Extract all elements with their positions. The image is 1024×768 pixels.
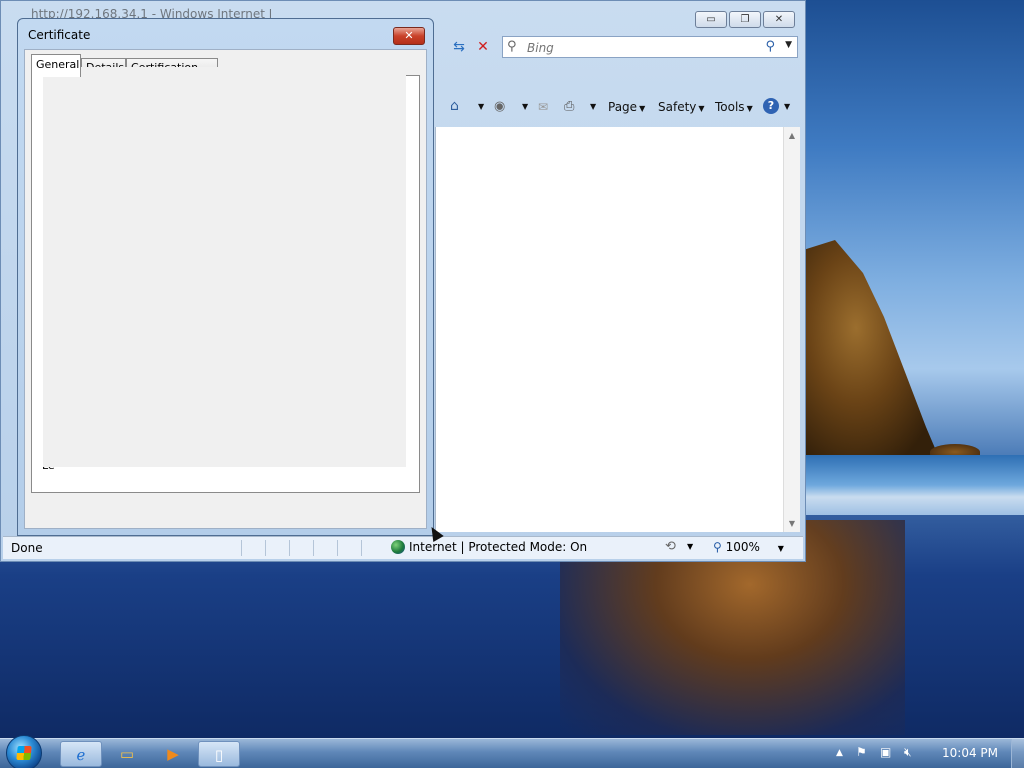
sea-stack-rock	[800, 240, 940, 460]
volume-muted-icon[interactable]: 🔇︎	[904, 745, 912, 760]
close-icon: ✕	[404, 29, 414, 42]
tools-menu-button[interactable]: Tools ▼	[715, 100, 753, 116]
minimize-button[interactable]: ▭	[695, 11, 727, 28]
media-player-icon: ▶	[167, 745, 179, 763]
taskbar-internet-explorer[interactable]: ℯ	[60, 741, 102, 767]
document-icon: ▯	[214, 746, 224, 764]
close-icon: ✕	[774, 14, 784, 25]
dialog-title: Certificate	[28, 28, 91, 42]
close-window-button[interactable]: ✕	[763, 11, 795, 28]
home-icon[interactable]: ⌂	[450, 98, 459, 114]
restore-button[interactable]: ❐	[729, 11, 761, 28]
tools-menu-label: Tools	[715, 100, 745, 114]
help-icon[interactable]: ?	[763, 98, 779, 114]
search-go-icon[interactable]: ⚲	[765, 39, 775, 54]
safety-menu-label: Safety	[658, 100, 697, 114]
search-input[interactable]	[525, 39, 759, 57]
refresh-icon[interactable]: ⇆	[450, 38, 468, 56]
stop-icon[interactable]: ✕	[474, 38, 492, 56]
rss-icon[interactable]: ◉	[494, 99, 505, 115]
zoom-control[interactable]: ⚲ 100% ▼	[713, 540, 784, 554]
start-button[interactable]	[6, 735, 42, 768]
status-separator	[289, 540, 290, 556]
status-bar: Done Internet | Protected Mode: On ⟲ ▼ ⚲…	[3, 536, 803, 559]
status-separator	[265, 540, 266, 556]
print-dropdown-icon[interactable]: ▼	[590, 102, 596, 118]
restore-icon: ❐	[740, 14, 750, 25]
show-hidden-icons-icon[interactable]: ▲	[836, 748, 843, 758]
page-menu-button[interactable]: Page ▼	[608, 100, 645, 116]
status-separator	[361, 540, 362, 556]
zone-text: Internet | Protected Mode: On	[409, 540, 588, 554]
page-caret-icon: ▼	[639, 104, 646, 113]
unrendered-region	[43, 67, 406, 467]
zoom-dropdown-icon: ▼	[777, 544, 784, 553]
taskbar-certificate-window[interactable]: ▯	[198, 741, 240, 767]
scroll-up-icon[interactable]: ▲	[784, 131, 800, 140]
safety-menu-button[interactable]: Safety ▼	[658, 100, 705, 116]
action-center-flag-icon[interactable]: ⚑	[856, 745, 867, 759]
safety-caret-icon: ▼	[698, 104, 705, 113]
certificate-dialog: Certificate ✕ General Details Certificat…	[17, 18, 434, 536]
help-dropdown-icon[interactable]: ▼	[784, 102, 790, 118]
dialog-close-button[interactable]: ✕	[393, 27, 425, 45]
printer-icon[interactable]: ⎙	[564, 99, 574, 115]
page-menu-label: Page	[608, 100, 638, 114]
internet-zone-globe-icon	[391, 540, 405, 554]
home-dropdown-icon[interactable]: ▼	[478, 102, 484, 118]
search-box[interactable]: ⚲ ⚲ ▼	[502, 36, 798, 58]
search-magnifier-icon: ⚲	[507, 39, 517, 54]
minimize-icon: ▭	[706, 14, 716, 25]
internet-explorer-icon: ℯ	[76, 746, 86, 764]
page-content-area[interactable]: ▲ ▼	[435, 127, 800, 532]
network-icon[interactable]: ▣	[880, 745, 891, 759]
vertical-scrollbar[interactable]: ▲ ▼	[783, 127, 800, 532]
sea-horizon	[800, 455, 1024, 515]
status-separator	[313, 540, 314, 556]
tab-general[interactable]: General	[31, 54, 81, 77]
taskbar-clock[interactable]: 10:04 PM	[942, 746, 998, 760]
tools-caret-icon: ▼	[746, 104, 753, 113]
mail-icon[interactable]: ✉	[538, 100, 548, 116]
zoom-level: 100%	[725, 540, 760, 554]
status-separator	[337, 540, 338, 556]
taskbar-windows-explorer[interactable]: ▭	[106, 741, 148, 767]
address-row: ⇆ ✕ ⚲ ⚲ ▼	[436, 35, 799, 59]
status-done-text: Done	[11, 541, 43, 555]
zoom-magnifier-icon: ⚲	[713, 540, 722, 554]
popup-dropdown-icon[interactable]: ▼	[687, 542, 693, 551]
popup-blocker-icon[interactable]: ⟲	[665, 539, 676, 554]
window-controls: ▭ ❐ ✕	[695, 11, 795, 28]
show-desktop-button[interactable]	[1011, 739, 1024, 768]
tab-general-label: General	[36, 58, 80, 71]
folder-icon: ▭	[119, 745, 135, 763]
dialog-body: General Details Certification Path Le	[24, 49, 427, 529]
feeds-dropdown-icon[interactable]: ▼	[522, 102, 528, 118]
scroll-down-icon[interactable]: ▼	[784, 519, 800, 528]
system-tray: ▲ ⚑ ▣ 🔇︎ 10:04 PM	[834, 739, 1024, 768]
taskbar: ℯ ▭ ▶ ▯ ▲ ⚑ ▣ 🔇︎ 10:04 PM	[0, 735, 1024, 768]
taskbar-media-player[interactable]: ▶	[152, 741, 194, 767]
status-separator	[241, 540, 242, 556]
security-zone[interactable]: Internet | Protected Mode: On	[391, 540, 587, 554]
search-dropdown-icon[interactable]: ▼	[785, 40, 792, 50]
command-bar: ⌂ ▼ ◉ ▼ ✉ ⎙ ▼ Page ▼ Safety ▼ Tools ▼ ? ▼	[436, 93, 799, 123]
